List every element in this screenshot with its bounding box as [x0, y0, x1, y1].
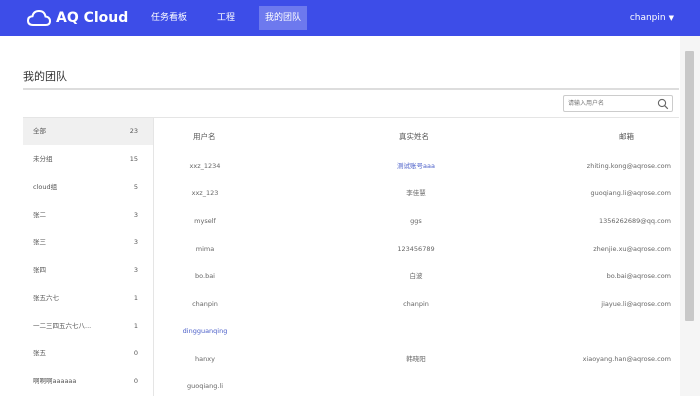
brand-name[interactable]: AQ Cloud: [56, 9, 128, 27]
cell-username: mima: [195, 245, 215, 253]
member-table: 用户名 真实姓名 邮箱 xxz_1234 测试账号aaa zhiting.kon…: [154, 118, 679, 396]
group-item[interactable]: 张三 3: [23, 229, 153, 256]
group-item[interactable]: 张五 0: [23, 340, 153, 367]
group-count: 1: [133, 294, 138, 302]
group-item[interactable]: 张四 3: [23, 257, 153, 284]
scrollbar-thumb[interactable]: [685, 51, 694, 321]
cell-realname: 123456789: [397, 245, 435, 253]
group-count: 23: [129, 127, 138, 135]
cell-username: chanpin: [192, 300, 218, 308]
cell-realname[interactable]: 测试账号aaa: [397, 161, 435, 171]
group-count: 3: [133, 266, 138, 274]
nav-my-team[interactable]: 我的团队: [259, 6, 308, 30]
group-count: 15: [129, 155, 138, 163]
group-count: 1: [133, 322, 138, 330]
group-name: 张二: [33, 211, 46, 219]
group-name: 未分组: [33, 155, 53, 163]
group-count: 3: [133, 211, 138, 219]
nav-task-board[interactable]: 任务看板: [145, 6, 193, 30]
cell-username: bo.bai: [195, 272, 215, 280]
group-item[interactable]: 未分组 15: [23, 146, 153, 173]
group-name: 张五: [33, 349, 46, 357]
page-title: 我的团队: [23, 70, 67, 83]
group-item[interactable]: 张五六七 1: [23, 285, 153, 312]
search-box[interactable]: [563, 95, 673, 112]
cell-username: xxz_123: [191, 189, 219, 197]
group-count: 0: [133, 377, 138, 385]
group-count: 3: [133, 238, 138, 246]
cell-email: 1356262689@qq.com: [598, 217, 671, 225]
search-input[interactable]: [568, 98, 656, 109]
group-sidebar: 全部 23 未分组 15 cloud组 5 张二 3 张三 3 张四 3 张五六…: [23, 118, 153, 396]
cell-email: zhenjie.xu@aqrose.com: [593, 245, 671, 253]
group-count: 0: [133, 349, 138, 357]
group-item[interactable]: 啊啊啊aaaaaa 0: [23, 368, 153, 395]
column-header-email: 邮箱: [619, 132, 634, 141]
user-menu[interactable]: chanpin ▼: [630, 11, 674, 25]
cell-email: bo.bai@aqrose.com: [606, 272, 671, 280]
cell-email: guoqiang.li@aqrose.com: [590, 189, 671, 197]
group-count: 5: [133, 183, 138, 191]
group-name: 一二三四五六七八...: [33, 322, 92, 330]
cell-realname: 白波: [409, 272, 423, 280]
cell-username[interactable]: dingguanqing: [183, 326, 228, 336]
group-item-all[interactable]: 全部 23: [23, 118, 153, 145]
column-header-realname: 真实姓名: [399, 132, 429, 141]
cell-realname: 韩晓阳: [406, 355, 426, 363]
group-name: 全部: [33, 127, 46, 135]
group-name: 啊啊啊aaaaaa: [33, 377, 77, 385]
cell-username: myself: [194, 217, 216, 225]
column-header-username: 用户名: [193, 132, 216, 141]
group-name: 张四: [33, 266, 46, 274]
username-label: chanpin: [629, 13, 666, 23]
group-name: 张三: [33, 238, 46, 246]
group-item[interactable]: 张二 3: [23, 202, 153, 229]
group-name: cloud组: [33, 183, 58, 191]
cell-email: xiaoyang.han@aqrose.com: [582, 355, 671, 363]
cell-realname: ggs: [410, 217, 422, 225]
group-item[interactable]: 一二三四五六七八... 1: [23, 313, 153, 340]
top-navbar: AQ Cloud 任务看板 工程 我的团队 chanpin ▼: [0, 0, 700, 36]
group-item[interactable]: cloud组 5: [23, 174, 153, 201]
cell-realname: chanpin: [403, 300, 429, 308]
nav-projects[interactable]: 工程: [211, 6, 241, 30]
caret-down-icon: ▼: [668, 14, 674, 22]
search-icon[interactable]: [657, 98, 669, 110]
title-divider: [23, 88, 679, 90]
group-name: 张五六七: [33, 294, 59, 302]
page-scrollbar[interactable]: [680, 36, 700, 396]
cell-email: zhiting.kong@aqrose.com: [586, 162, 671, 170]
cell-email: jiayue.li@aqrose.com: [601, 300, 671, 308]
cloud-logo-icon: [26, 9, 52, 26]
cell-realname: 李佳慧: [406, 189, 426, 197]
cell-username: guoqiang.li: [186, 382, 224, 390]
cell-username: hanxy: [195, 355, 215, 363]
cell-username: xxz_1234: [189, 162, 221, 170]
